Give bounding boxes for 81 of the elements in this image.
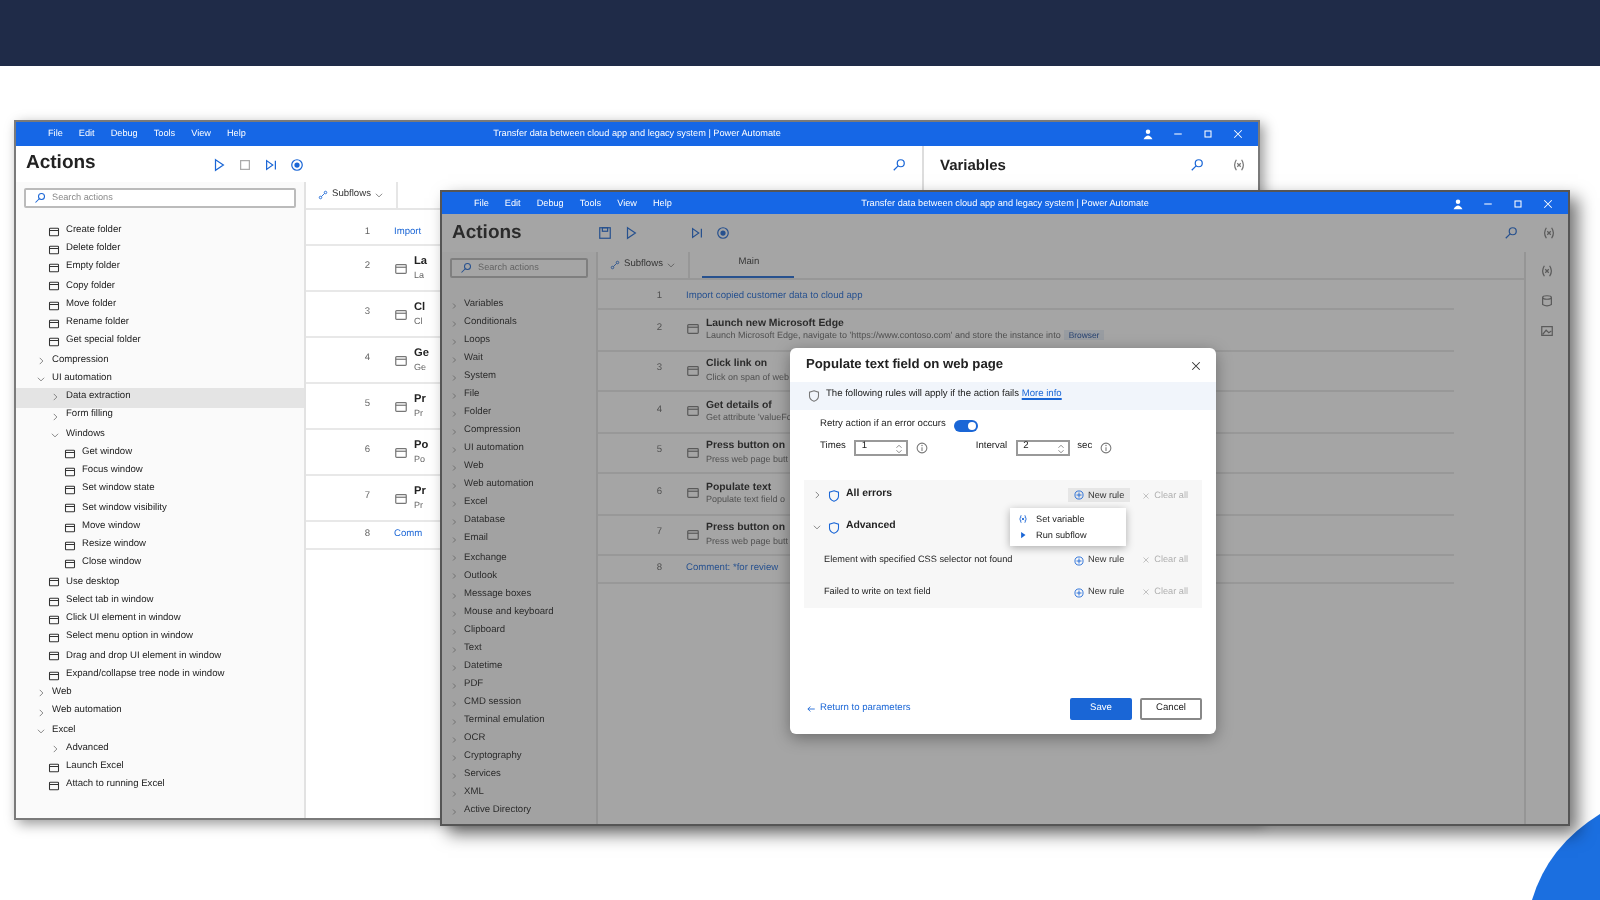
retry-toggle[interactable] xyxy=(953,420,978,432)
close-icon[interactable] xyxy=(1190,359,1202,371)
subflow-icon xyxy=(318,190,328,200)
action-icon xyxy=(686,527,700,542)
subflow-icon xyxy=(610,260,620,270)
action-icon xyxy=(48,650,60,663)
action-icon xyxy=(394,399,408,413)
search-icon[interactable] xyxy=(1504,226,1518,240)
action-icon xyxy=(686,486,700,501)
panel-title: Actions xyxy=(24,152,98,176)
action-icon xyxy=(686,322,700,337)
action-icon xyxy=(64,558,76,571)
panel-title: Actions xyxy=(450,221,524,245)
plus-icon xyxy=(1074,555,1084,565)
action-icon xyxy=(394,261,408,275)
plus-icon xyxy=(1074,490,1084,500)
action-icon xyxy=(48,669,60,682)
action-icon xyxy=(64,465,76,478)
minimize-icon[interactable] xyxy=(1482,197,1494,209)
shield-icon xyxy=(808,390,820,402)
record-icon[interactable] xyxy=(716,226,730,240)
action-icon xyxy=(48,299,60,312)
account-icon[interactable] xyxy=(1142,128,1154,140)
spin-icon xyxy=(893,443,904,453)
action-icon xyxy=(48,780,60,793)
spin-icon xyxy=(1055,443,1066,453)
info-icon xyxy=(915,442,928,454)
play-icon xyxy=(1018,530,1028,541)
action-icon xyxy=(64,447,76,460)
plus-icon xyxy=(1074,587,1084,597)
play-icon[interactable] xyxy=(624,226,638,240)
variables-icon xyxy=(1018,513,1028,524)
shield-icon xyxy=(828,489,840,501)
image-icon[interactable] xyxy=(1540,324,1554,338)
action-icon xyxy=(64,484,76,497)
action-icon xyxy=(394,491,408,505)
search-icon xyxy=(34,192,46,204)
database-icon[interactable] xyxy=(1540,294,1554,308)
step-icon[interactable] xyxy=(264,157,278,171)
maximize-icon[interactable] xyxy=(1512,197,1524,209)
action-icon xyxy=(64,502,76,515)
account-icon[interactable] xyxy=(1452,197,1464,209)
shield-icon xyxy=(828,521,840,533)
action-icon xyxy=(48,761,60,774)
action-icon xyxy=(48,576,60,589)
chevron-icon[interactable] xyxy=(812,490,822,500)
action-icon xyxy=(686,445,700,460)
action-icon xyxy=(394,353,408,367)
action-icon xyxy=(48,243,60,256)
chevron-icon xyxy=(374,190,385,200)
action-icon xyxy=(64,539,76,552)
variables-icon[interactable] xyxy=(1232,157,1246,171)
action-icon xyxy=(48,632,60,645)
action-icon xyxy=(48,317,60,330)
action-icon xyxy=(48,595,60,608)
variables-icon[interactable] xyxy=(1540,264,1554,278)
action-icon xyxy=(64,521,76,534)
action-icon xyxy=(48,225,60,238)
record-icon[interactable] xyxy=(290,157,304,171)
stop-icon[interactable] xyxy=(238,157,252,171)
action-icon xyxy=(394,445,408,459)
action-icon xyxy=(48,280,60,293)
action-icon xyxy=(686,363,700,378)
action-icon xyxy=(686,404,700,419)
play-icon[interactable] xyxy=(212,157,226,171)
search-icon xyxy=(460,262,472,274)
chevron-icon[interactable] xyxy=(812,522,822,532)
action-icon xyxy=(48,262,60,275)
step-icon[interactable] xyxy=(690,226,704,240)
save-icon[interactable] xyxy=(598,226,612,240)
search-icon[interactable] xyxy=(892,157,906,171)
info-icon xyxy=(1100,442,1113,454)
action-icon xyxy=(48,336,60,349)
action-icon xyxy=(394,307,408,321)
search-icon[interactable] xyxy=(1190,157,1204,171)
maximize-icon[interactable] xyxy=(1202,128,1214,140)
arrow-left-icon xyxy=(806,704,816,714)
variables-icon[interactable] xyxy=(1542,226,1556,240)
minimize-icon[interactable] xyxy=(1172,128,1184,140)
chevron-icon xyxy=(666,260,677,270)
action-icon xyxy=(48,613,60,626)
